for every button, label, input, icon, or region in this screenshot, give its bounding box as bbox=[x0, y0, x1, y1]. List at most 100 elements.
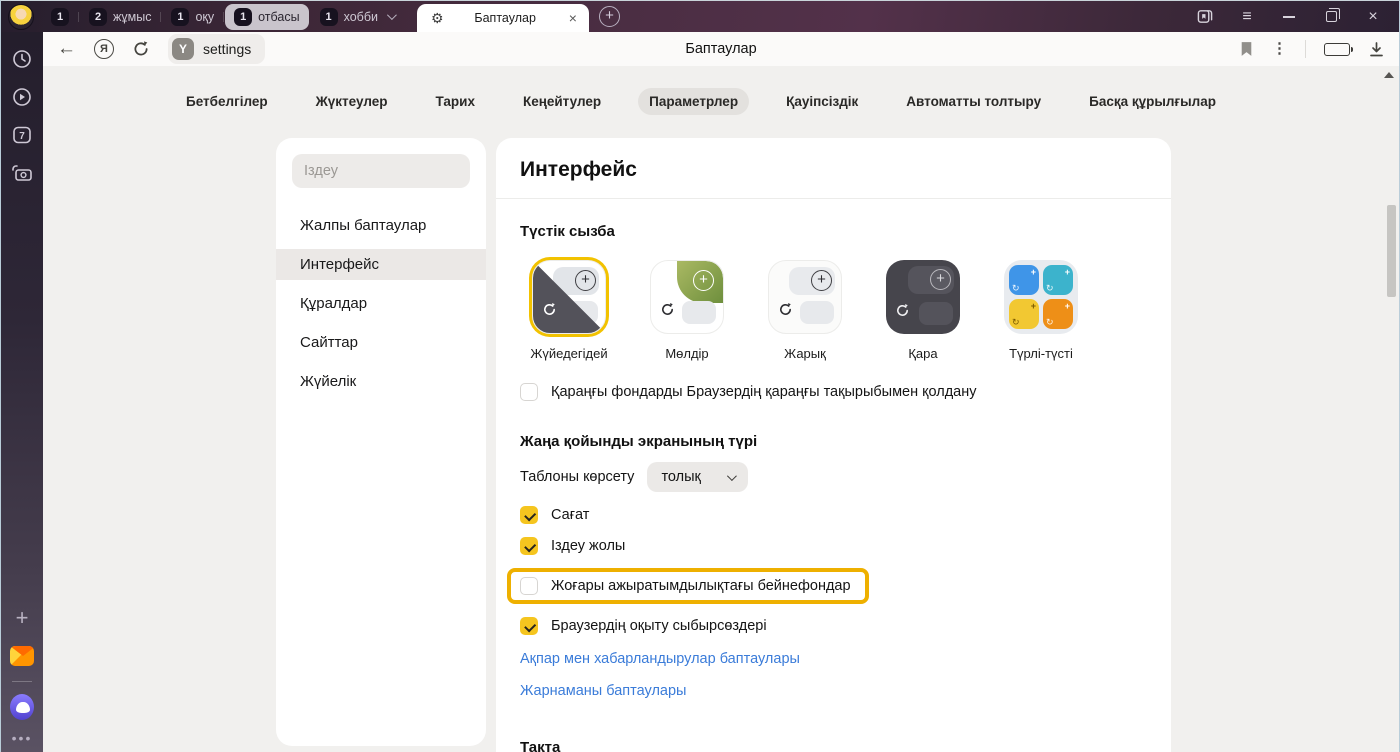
tab-group-label: жұмыс bbox=[113, 10, 151, 24]
refresh-icon bbox=[895, 303, 910, 318]
url-text: settings bbox=[203, 41, 251, 57]
checkbox-unchecked-icon[interactable] bbox=[520, 383, 538, 401]
downloads-icon[interactable] bbox=[1368, 41, 1385, 58]
sidebar-item-sites[interactable]: Сайттар bbox=[276, 327, 486, 358]
theme-picker: + Жүйедегідей + bbox=[520, 244, 1147, 361]
history-clock-icon[interactable] bbox=[10, 47, 34, 71]
rail-divider bbox=[12, 681, 32, 682]
tableau-label: Таблоны көрсету bbox=[520, 469, 634, 485]
checkbox-checked-icon[interactable] bbox=[520, 537, 538, 555]
plus-icon: + bbox=[930, 269, 951, 290]
yandex-mail-icon[interactable] bbox=[10, 644, 34, 668]
minimize-icon[interactable] bbox=[1281, 9, 1297, 25]
add-panel-icon[interactable]: + bbox=[10, 606, 34, 630]
tableau-select[interactable]: толық bbox=[647, 462, 747, 492]
tab-group-hobby[interactable]: 1 хобби bbox=[311, 4, 403, 30]
tab-counter-icon[interactable]: 7 bbox=[10, 123, 34, 147]
tab-group-work[interactable]: 2 жұмыс bbox=[80, 4, 160, 30]
refresh-icon bbox=[660, 302, 675, 317]
tableau-selected-value: толық bbox=[661, 469, 700, 485]
tab-group-label: оқу bbox=[195, 10, 214, 24]
yandex-disk-icon[interactable] bbox=[10, 695, 34, 719]
section-heading: Интерфейс bbox=[496, 138, 1171, 198]
theme-label: Түрлі-түсті bbox=[1009, 346, 1073, 361]
color-scheme-title: Түстік сызба bbox=[520, 223, 1147, 240]
checkbox-checked-icon[interactable] bbox=[520, 506, 538, 524]
search-bar-option[interactable]: Іздеу жолы bbox=[520, 537, 1147, 555]
search-input[interactable] bbox=[292, 154, 470, 188]
tab-group-study[interactable]: 1 оқу bbox=[162, 4, 223, 30]
checkbox-label: Іздеу жолы bbox=[551, 538, 625, 554]
theme-label: Мөлдір bbox=[665, 346, 708, 361]
mini-theme-yellow: +↻ bbox=[1009, 299, 1039, 329]
close-window-icon[interactable]: × bbox=[1365, 9, 1381, 25]
settings-page: Бетбелгілер Жүктеулер Тарих Кеңейтулер П… bbox=[43, 66, 1399, 752]
tab-count-badge: 1 bbox=[234, 8, 252, 26]
checkbox-label: Жоғары ажыратымдылықтағы бейнефондар bbox=[551, 578, 851, 594]
interface-settings-card: Интерфейс Түстік сызба + bbox=[496, 138, 1171, 752]
nav-tab-extensions[interactable]: Кеңейтулер bbox=[512, 88, 612, 115]
nav-tab-other-devices[interactable]: Басқа құрылғылар bbox=[1078, 88, 1227, 115]
titlebar: 1 2 жұмыс 1 оқу 1 отбасы 1 хобби ⚙ Бапта… bbox=[1, 0, 1399, 32]
nav-tab-settings[interactable]: Параметрлер bbox=[638, 88, 749, 115]
screenshot-icon[interactable] bbox=[10, 161, 34, 185]
active-tab-settings[interactable]: ⚙ Баптаулар × bbox=[417, 4, 589, 32]
theme-transparent[interactable]: + Мөлдір bbox=[644, 260, 730, 361]
ads-settings-link[interactable]: Жарнаманы баптаулары bbox=[520, 683, 1147, 699]
plus-icon: + bbox=[811, 270, 832, 291]
dark-backgrounds-option[interactable]: Қараңғы фондарды Браузердің қараңғы тақы… bbox=[520, 383, 1147, 401]
nav-tab-autofill[interactable]: Автоматты толтыру bbox=[895, 88, 1052, 115]
theme-light[interactable]: + Жарық bbox=[762, 260, 848, 361]
theme-system[interactable]: + Жүйедегідей bbox=[526, 260, 612, 361]
tab-group-1[interactable]: 1 bbox=[42, 4, 78, 30]
profile-avatar[interactable] bbox=[8, 4, 34, 30]
url-field[interactable]: Y settings bbox=[168, 34, 265, 64]
yandex-logo-icon[interactable]: Я bbox=[94, 39, 114, 59]
panel-heading: Тақта bbox=[520, 739, 1147, 752]
back-icon[interactable]: ← bbox=[57, 38, 76, 60]
refresh-icon[interactable] bbox=[132, 40, 150, 58]
tab-group-family[interactable]: 1 отбасы bbox=[225, 4, 308, 30]
menu-icon[interactable]: ≡ bbox=[1239, 9, 1255, 25]
battery-icon[interactable] bbox=[1324, 43, 1350, 56]
sidebar-item-interface[interactable]: Интерфейс bbox=[276, 249, 486, 280]
checkbox-label: Қараңғы фондарды Браузердің қараңғы тақы… bbox=[551, 384, 977, 400]
restore-window-icon[interactable] bbox=[1323, 9, 1339, 25]
video-play-icon[interactable] bbox=[10, 85, 34, 109]
site-badge-icon: Y bbox=[172, 38, 194, 60]
sidebar-item-tools[interactable]: Құралдар bbox=[276, 288, 486, 319]
clock-option[interactable]: Сағат bbox=[520, 506, 1147, 524]
theme-label: Қара bbox=[908, 346, 937, 361]
tab-count-badge: 2 bbox=[89, 8, 107, 26]
more-dots-icon[interactable]: ••• bbox=[12, 730, 33, 746]
news-notifications-settings-link[interactable]: Ақпар мен хабарландырулар баптаулары bbox=[520, 651, 1147, 667]
sidebar-item-general[interactable]: Жалпы баптаулар bbox=[276, 210, 486, 241]
theme-dark[interactable]: + Қара bbox=[880, 260, 966, 361]
tab-count-badge: 1 bbox=[320, 8, 338, 26]
nav-tab-history[interactable]: Тарих bbox=[424, 88, 485, 115]
checkbox-label: Сағат bbox=[551, 507, 589, 523]
bookmark-flag-icon[interactable] bbox=[1239, 41, 1254, 57]
nav-tab-bookmarks[interactable]: Бетбелгілер bbox=[175, 88, 279, 115]
tab-group-label: отбасы bbox=[258, 10, 299, 24]
tab-panels-icon[interactable] bbox=[1197, 9, 1213, 25]
toolbar-divider bbox=[1305, 40, 1306, 58]
nav-tab-downloads[interactable]: Жүктеулер bbox=[305, 88, 399, 115]
nav-tab-security[interactable]: Қауіпсіздік bbox=[775, 88, 869, 115]
checkbox-unchecked-icon[interactable] bbox=[520, 577, 538, 595]
new-tab-button[interactable]: + bbox=[599, 6, 620, 27]
scrollbar-thumb[interactable] bbox=[1387, 205, 1396, 297]
refresh-icon bbox=[778, 302, 793, 317]
checkbox-checked-icon[interactable] bbox=[520, 617, 538, 635]
close-tab-icon[interactable]: × bbox=[567, 10, 579, 26]
new-tab-heading: Жаңа қойынды экранының түрі bbox=[520, 433, 1147, 450]
hi-res-video-backgrounds-option[interactable]: Жоғары ажыратымдылықтағы бейнефондар bbox=[520, 577, 851, 595]
theme-label: Жүйедегідей bbox=[530, 346, 607, 361]
theme-colorful[interactable]: +↻ +↻ +↻ +↻ Түрлі-түсті bbox=[998, 260, 1084, 361]
sidebar-item-system[interactable]: Жүйелік bbox=[276, 366, 486, 397]
scrollbar-up-arrow[interactable] bbox=[1384, 72, 1394, 78]
tab-count-badge: 1 bbox=[51, 8, 69, 26]
browser-hints-option[interactable]: Браузердің оқыту сыбырсөздері bbox=[520, 617, 1147, 635]
more-options-icon[interactable]: ⋮ bbox=[1272, 46, 1287, 52]
plus-icon: + bbox=[693, 270, 714, 291]
